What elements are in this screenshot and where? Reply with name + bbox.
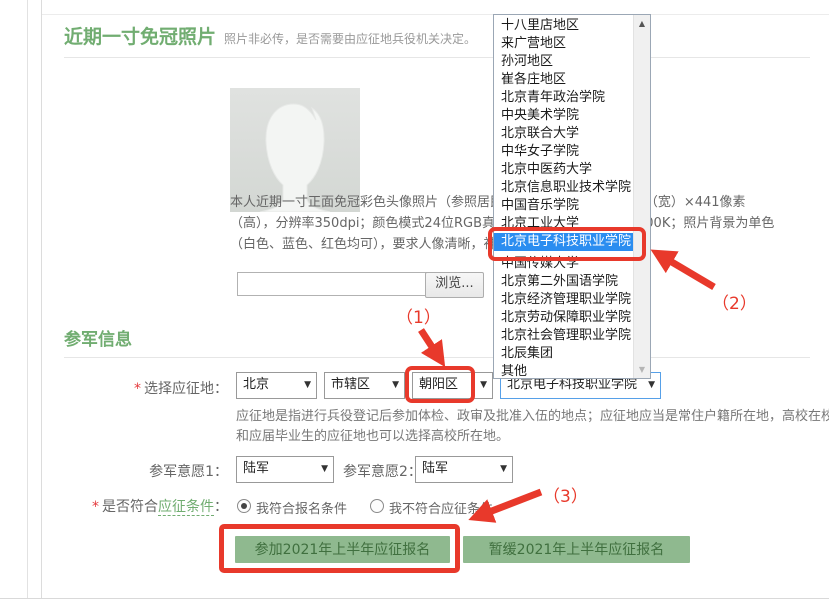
eligible-radio[interactable] xyxy=(237,499,251,513)
wish2-select[interactable]: 陆军 ▼ xyxy=(415,456,513,483)
chevron-down-icon: ▼ xyxy=(392,373,399,398)
list-item[interactable]: 北京第二外国语学院 xyxy=(494,273,633,291)
annotation-label-3: （3） xyxy=(543,482,588,507)
eligibility-conditions-link[interactable]: 应征条件 xyxy=(158,499,214,516)
content-top-border xyxy=(42,14,829,15)
eligibility-label: *是否符合应征条件： xyxy=(0,496,228,516)
list-item[interactable]: 北京中医药大学 xyxy=(494,161,633,179)
service-section-divider xyxy=(64,357,810,358)
required-asterisk: * xyxy=(92,499,99,515)
city-select[interactable]: 市辖区 ▼ xyxy=(324,372,405,399)
annotation-label-2: （2） xyxy=(712,289,757,314)
list-item[interactable]: 中华女子学院 xyxy=(494,143,633,161)
annotation-box-selected-school xyxy=(488,227,646,261)
list-item[interactable]: 北京信息职业技术学院 xyxy=(494,179,633,197)
page-bottom-border xyxy=(0,598,829,599)
scroll-down-icon[interactable]: ▼ xyxy=(634,361,650,378)
photo-section-subtitle: 照片非必传，是否需要由应征地兵役机关决定。 xyxy=(224,30,476,47)
province-select[interactable]: 北京 ▼ xyxy=(236,372,317,399)
list-item[interactable]: 来广营地区 xyxy=(494,35,633,53)
list-item[interactable]: 北京劳动保障职业学院 xyxy=(494,309,633,327)
arrow-1 xyxy=(421,330,436,353)
defer-enlistment-button[interactable]: 暂缓2021年上半年应征报名 xyxy=(463,536,690,563)
wish1-select[interactable]: 陆军 ▼ xyxy=(236,456,334,483)
chevron-down-icon: ▼ xyxy=(480,373,487,398)
enlistment-form-page: 近期一寸免冠照片 照片非必传，是否需要由应征地兵役机关决定。 本人近期一寸正面免… xyxy=(0,0,829,612)
location-help-text: 应征地是指进行兵役登记后参加体检、政审及批准入伍的地点；应征地应当是常住户籍所在… xyxy=(236,407,829,447)
photo-file-input[interactable] xyxy=(237,272,427,296)
service-section-title: 参军信息 xyxy=(64,325,132,350)
list-scrollbar[interactable]: ▲ ▼ xyxy=(633,15,650,378)
arrow-2 xyxy=(665,258,714,287)
location-label: *选择应征地： xyxy=(0,378,228,398)
list-item[interactable]: 十八里店地区 xyxy=(494,17,633,35)
not-eligible-radio-label: 我不符合应征条件 xyxy=(389,498,493,517)
school-dropdown-list: 十八里店地区 来广营地区 孙河地区 崔各庄地区 北京青年政治学院 中央美术学院 … xyxy=(493,14,651,379)
list-item[interactable]: 北辰集团 xyxy=(494,345,633,363)
list-item[interactable]: 北京联合大学 xyxy=(494,125,633,143)
list-item[interactable]: 北京社会管理职业学院 xyxy=(494,327,633,345)
browse-button[interactable]: 浏览... xyxy=(425,272,484,298)
list-item[interactable]: 中国音乐学院 xyxy=(494,197,633,215)
list-item[interactable]: 北京青年政治学院 xyxy=(494,89,633,107)
chevron-down-icon: ▼ xyxy=(304,373,311,398)
list-item[interactable]: 中央美术学院 xyxy=(494,107,633,125)
annotation-box-submit xyxy=(219,524,460,573)
wish1-label: 参军意愿1： xyxy=(0,461,228,481)
photo-section-title: 近期一寸免冠照片 xyxy=(64,22,216,49)
list-item[interactable]: 孙河地区 xyxy=(494,53,633,71)
chevron-down-icon: ▼ xyxy=(500,457,507,482)
annotation-label-1: （1） xyxy=(396,303,441,328)
list-item[interactable]: 崔各庄地区 xyxy=(494,71,633,89)
wish2-label: 参军意愿2： xyxy=(343,461,422,481)
list-item[interactable]: 其他 xyxy=(494,363,633,381)
required-asterisk: * xyxy=(134,381,141,397)
not-eligible-radio[interactable] xyxy=(370,499,384,513)
annotation-box-district xyxy=(405,366,475,403)
scroll-up-icon[interactable]: ▲ xyxy=(634,15,650,32)
list-item[interactable]: 北京经济管理职业学院 xyxy=(494,291,633,309)
photo-section-divider xyxy=(64,57,810,58)
chevron-down-icon: ▼ xyxy=(321,457,328,482)
eligible-radio-label: 我符合报名条件 xyxy=(256,498,347,517)
